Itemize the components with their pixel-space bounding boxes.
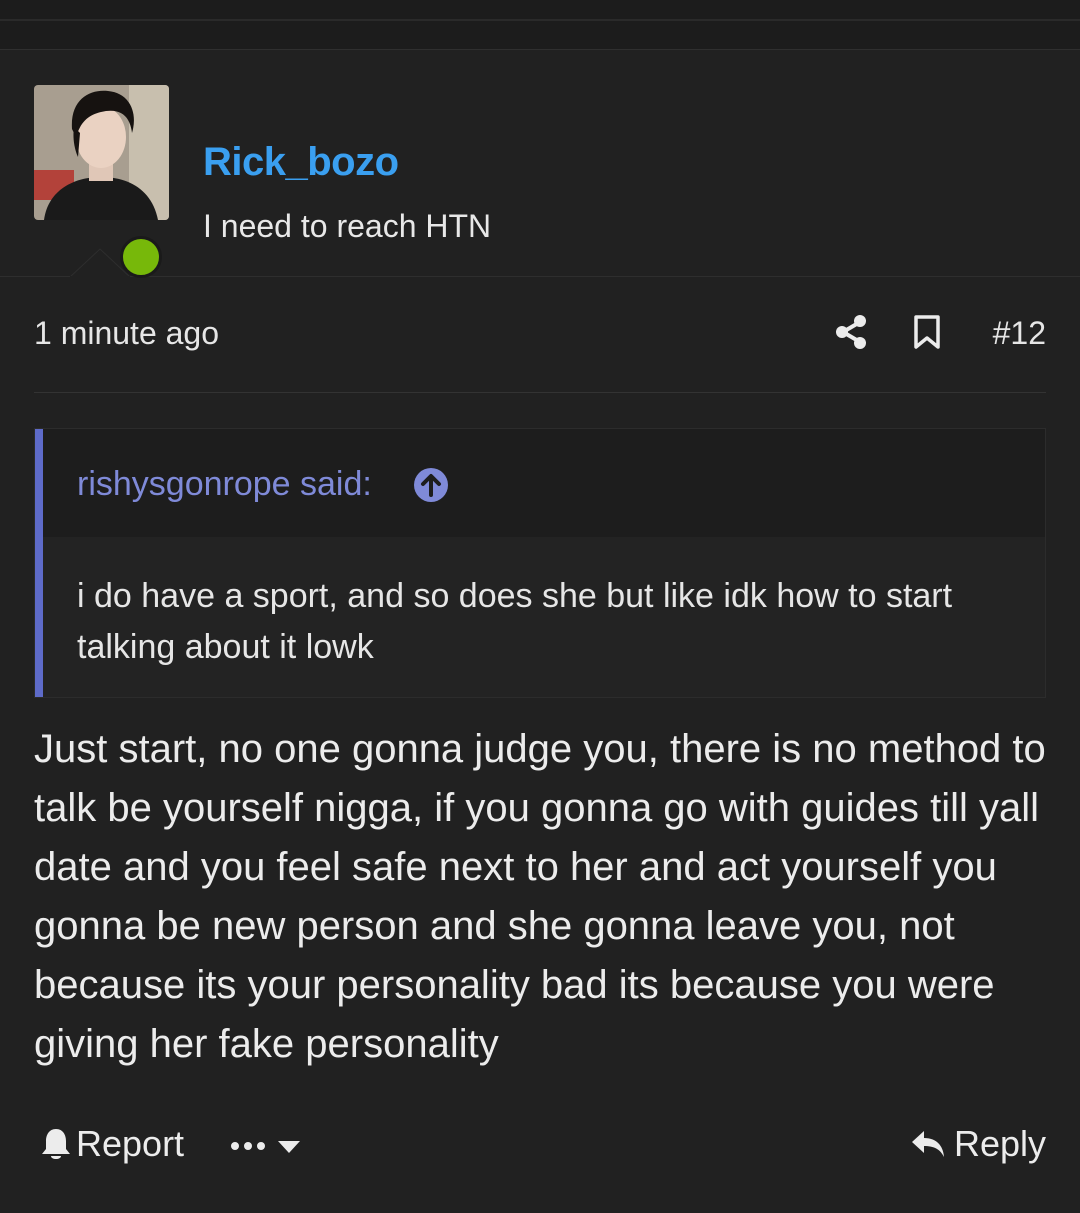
- share-icon[interactable]: [834, 314, 868, 350]
- divider: [0, 19, 1080, 21]
- arrow-up-circle-icon[interactable]: [413, 467, 449, 503]
- reply-arrow-icon: [911, 1131, 944, 1157]
- more-dots-icon: [231, 1142, 265, 1150]
- quote-text: i do have a sport, and so does she but l…: [77, 577, 953, 666]
- avatar[interactable]: [34, 85, 169, 220]
- quote-author[interactable]: rishysgonrope said:: [77, 465, 372, 504]
- bell-icon: [42, 1129, 70, 1159]
- top-strip: [0, 0, 1080, 50]
- reply-label: Reply: [953, 1123, 1046, 1164]
- caret-down-icon: [278, 1141, 300, 1153]
- post-user-block: Rick_bozo I need to reach HTN: [0, 50, 1080, 278]
- report-button[interactable]: Report: [40, 1120, 184, 1168]
- post-pointer-arrow: [70, 248, 130, 278]
- quote-header: rishysgonrope said:: [43, 429, 1045, 537]
- post-number[interactable]: #12: [993, 315, 1046, 352]
- quote-block: rishysgonrope said: i do have a sport, a…: [34, 428, 1046, 698]
- report-label: Report: [76, 1123, 185, 1164]
- bookmark-icon[interactable]: [912, 314, 942, 350]
- post-actions: Report Reply: [34, 1118, 1046, 1168]
- post-timestamp[interactable]: 1 minute ago: [34, 315, 219, 352]
- username[interactable]: Rick_bozo: [203, 140, 399, 185]
- divider: [34, 392, 1046, 393]
- user-title: I need to reach HTN: [203, 208, 492, 244]
- reply-button[interactable]: Reply: [910, 1120, 1046, 1168]
- post-message: Just start, no one gonna judge you, ther…: [34, 727, 1046, 1066]
- post-meta-row: 1 minute ago #12: [34, 312, 1046, 356]
- quote-body: i do have a sport, and so does she but l…: [43, 537, 1045, 697]
- quote-accent-bar: [35, 429, 43, 697]
- more-options-button[interactable]: [230, 1126, 304, 1166]
